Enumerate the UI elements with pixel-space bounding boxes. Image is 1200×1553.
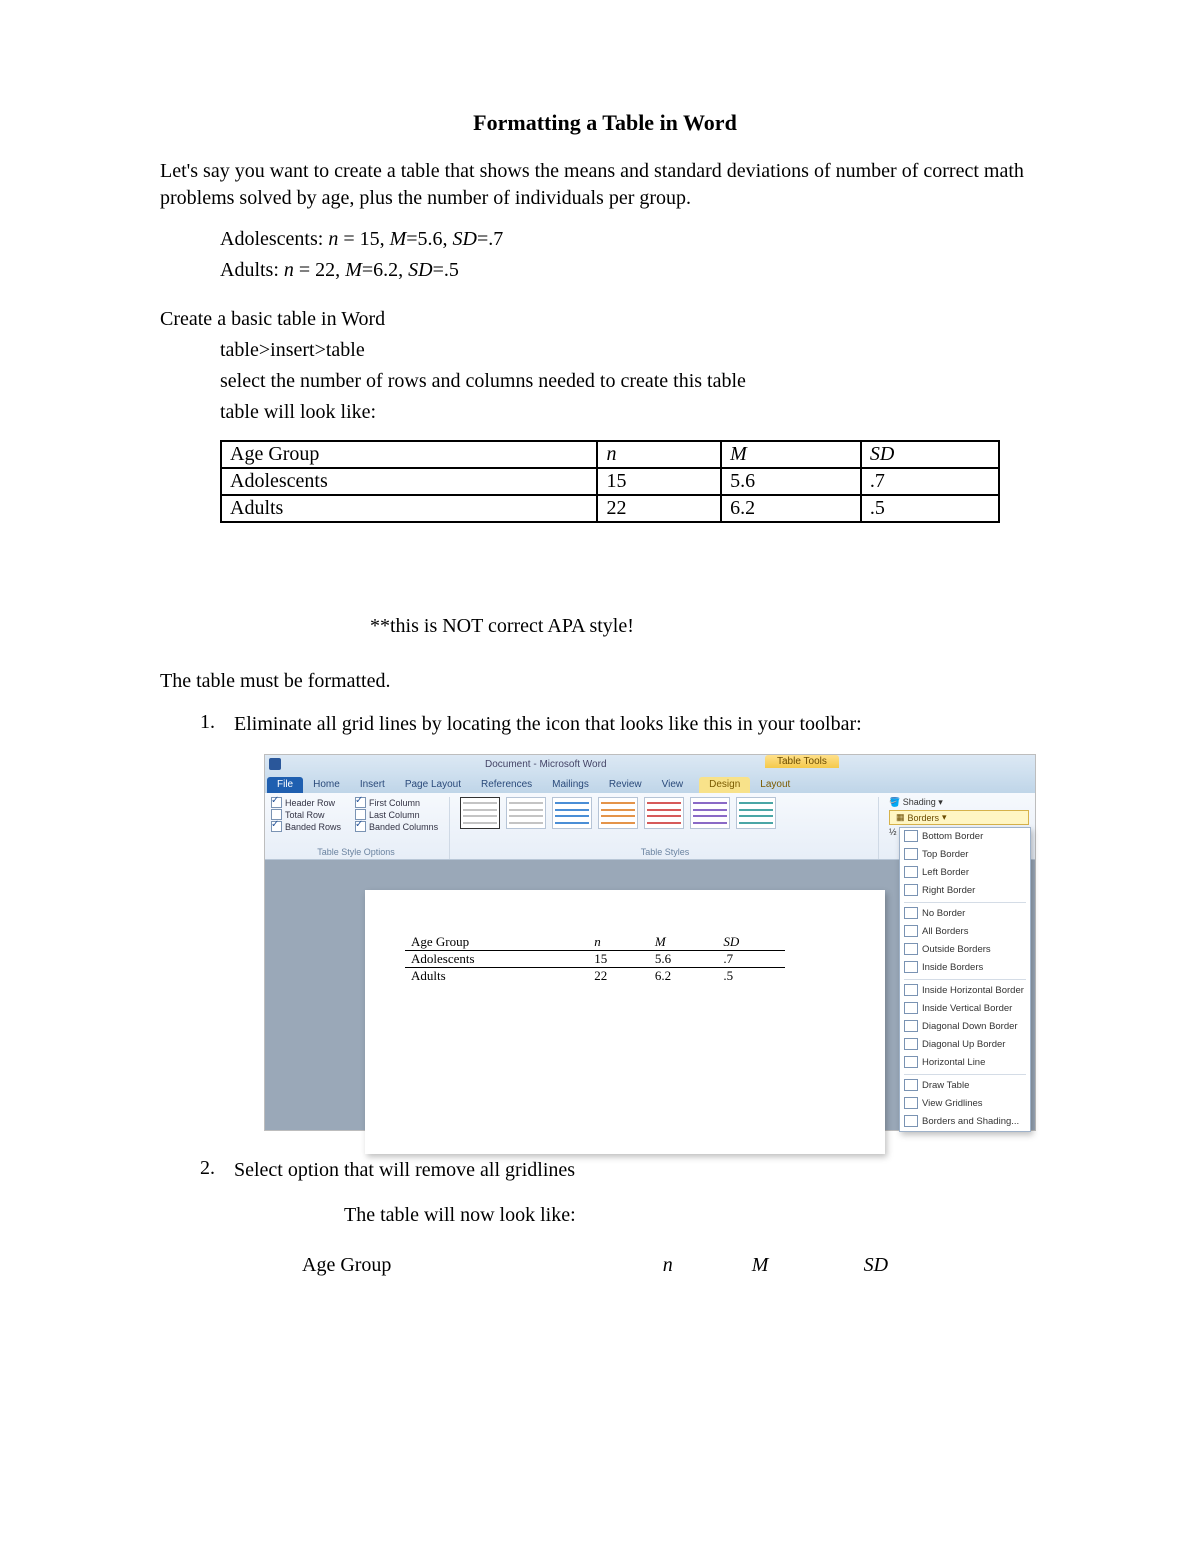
menu-diagonal-down[interactable]: Diagonal Down Border (900, 1018, 1030, 1036)
tab-layout[interactable]: Layout (750, 777, 800, 793)
step-number: 2. (200, 1157, 234, 1278)
tab-file[interactable]: File (267, 777, 303, 793)
tab-view[interactable]: View (652, 777, 694, 793)
style-swatch[interactable] (460, 797, 500, 829)
nogrid-table: Age Group n M SD (294, 1253, 994, 1278)
style-swatch[interactable] (644, 797, 684, 829)
menu-diagonal-up[interactable]: Diagonal Up Border (900, 1036, 1030, 1054)
tab-references[interactable]: References (471, 777, 542, 793)
document-page: Formatting a Table in Word Let's say you… (0, 0, 1200, 1338)
table-row: Adults226.2.5 (221, 495, 999, 522)
menu-all-borders[interactable]: All Borders (900, 923, 1030, 941)
menu-inside-horizontal[interactable]: Inside Horizontal Border (900, 982, 1030, 1000)
tab-mailings[interactable]: Mailings (542, 777, 599, 793)
style-swatch[interactable] (736, 797, 776, 829)
stats-adults: Adults: n = 22, M=6.2, SD=.5 (220, 257, 1050, 284)
menu-inside-borders[interactable]: Inside Borders (900, 959, 1030, 977)
table-header: Age Group (294, 1253, 655, 1278)
style-swatch[interactable] (552, 797, 592, 829)
opt-total-row[interactable]: Total Row (271, 809, 341, 820)
word-screenshot: Table Tools Document - Microsoft Word Fi… (264, 754, 1036, 1131)
tab-insert[interactable]: Insert (350, 777, 395, 793)
step-number: 1. (200, 711, 234, 1131)
word-app-icon (269, 758, 281, 770)
group-label: Table Styles (460, 847, 870, 859)
style-swatch[interactable] (690, 797, 730, 829)
basic-table: Age Group n M SD Adolescents155.6.7 Adul… (220, 440, 1000, 523)
menu-top-border[interactable]: Top Border (900, 846, 1030, 864)
menu-view-gridlines[interactable]: View Gridlines (900, 1095, 1030, 1113)
opt-banded-rows[interactable]: Banded Rows (271, 821, 341, 832)
borders-button[interactable]: ▦ Borders ▾ (889, 810, 1029, 825)
opt-first-column[interactable]: First Column (355, 797, 438, 808)
borders-dropdown: Bottom Border Top Border Left Border Rig… (899, 827, 1031, 1132)
group-label: Table Style Options (271, 847, 441, 859)
table-header: n (655, 1253, 744, 1278)
mini-table: Age Group n M SD Adolescents155.6.7 Adul… (405, 934, 785, 984)
table-header: SD (861, 441, 999, 468)
tab-review[interactable]: Review (599, 777, 652, 793)
step-2-text: Select option that will remove all gridl… (234, 1157, 1050, 1184)
create-step-2: select the number of rows and columns ne… (220, 368, 1050, 395)
doc-title: Document - Microsoft Word (485, 759, 607, 770)
style-swatch[interactable] (506, 797, 546, 829)
menu-horizontal-line[interactable]: Horizontal Line (900, 1054, 1030, 1072)
menu-borders-shading[interactable]: Borders and Shading... (900, 1113, 1030, 1131)
opt-last-column[interactable]: Last Column (355, 809, 438, 820)
opt-header-row[interactable]: Header Row (271, 797, 341, 808)
opt-banded-columns[interactable]: Banded Columns (355, 821, 438, 832)
menu-right-border[interactable]: Right Border (900, 882, 1030, 900)
table-header: Age Group (221, 441, 597, 468)
checkbox-icon (271, 797, 282, 808)
step-2-subtext: The table will now look like: (344, 1202, 1050, 1229)
menu-left-border[interactable]: Left Border (900, 864, 1030, 882)
create-step-3: table will look like: (220, 399, 1050, 426)
intro-paragraph: Let's say you want to create a table tha… (160, 158, 1050, 212)
table-tools-tab[interactable]: Table Tools (765, 755, 839, 768)
ribbon-tabs: File Home Insert Page Layout References … (265, 773, 1035, 793)
table-header: SD (856, 1253, 994, 1278)
word-titlebar: Document - Microsoft Word (265, 755, 1035, 773)
tab-home[interactable]: Home (303, 777, 350, 793)
table-row: Adolescents155.6.7 (221, 468, 999, 495)
menu-draw-table[interactable]: Draw Table (900, 1077, 1030, 1095)
style-swatch[interactable] (598, 797, 638, 829)
apa-note: **this is NOT correct APA style! (370, 613, 1050, 640)
word-document-page: Age Group n M SD Adolescents155.6.7 Adul… (365, 890, 885, 1154)
menu-no-border[interactable]: No Border (900, 905, 1030, 923)
shading-button[interactable]: 🪣 Shading ▾ (889, 797, 1029, 808)
checkbox-icon (271, 821, 282, 832)
menu-inside-vertical[interactable]: Inside Vertical Border (900, 1000, 1030, 1018)
menu-bottom-border[interactable]: Bottom Border (900, 828, 1030, 846)
create-step-1: table>insert>table (220, 337, 1050, 364)
tab-design[interactable]: Design (699, 777, 750, 793)
create-heading: Create a basic table in Word (160, 306, 1050, 333)
page-title: Formatting a Table in Word (160, 110, 1050, 136)
menu-outside-borders[interactable]: Outside Borders (900, 941, 1030, 959)
table-styles-gallery[interactable] (460, 797, 870, 829)
checkbox-icon (355, 821, 366, 832)
tab-page-layout[interactable]: Page Layout (395, 777, 471, 793)
table-header: M (744, 1253, 856, 1278)
table-header: n (597, 441, 721, 468)
step-1-text: Eliminate all grid lines by locating the… (234, 711, 1050, 738)
stats-adolescents: Adolescents: n = 15, M=5.6, SD=.7 (220, 226, 1050, 253)
must-format: The table must be formatted. (160, 668, 1050, 695)
checkbox-icon (355, 797, 366, 808)
table-header: M (721, 441, 861, 468)
ribbon: Header Row Total Row Banded Rows First C… (265, 793, 1035, 860)
